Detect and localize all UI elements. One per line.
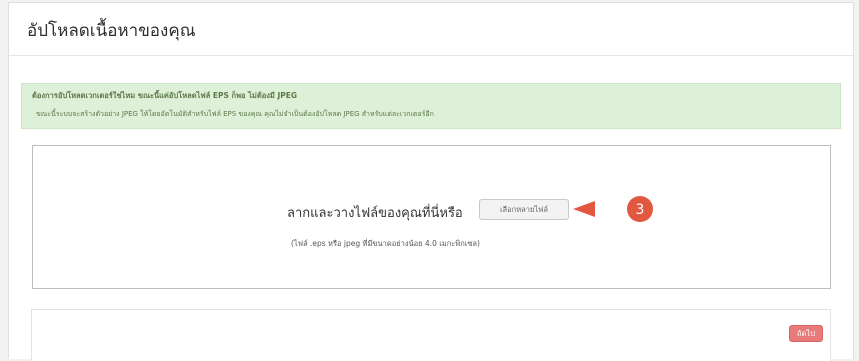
notice-title: ต้องการอัปโหลดเวกเตอร์ใช่ไหม ขณะนี้แค่อั… <box>32 91 298 100</box>
page-title: อัปโหลดเนื้อหาของคุณ <box>27 21 196 41</box>
dropzone-prompt: ลากและวางไฟล์ของคุณที่นี่หรือ <box>287 206 463 221</box>
file-requirement-hint: (ไฟล์ .eps หรือ jpeg ที่มีขนาดอย่างน้อย … <box>291 239 480 248</box>
step-callout: 3 <box>573 196 653 222</box>
file-dropzone[interactable]: ลากและวางไฟล์ของคุณที่นี่หรือ เลือกหลายไ… <box>32 145 831 289</box>
next-button[interactable]: ถัดไป <box>789 325 823 342</box>
callout-number: 3 <box>636 202 645 218</box>
title-divider <box>9 55 853 56</box>
callout-arrow-icon <box>573 201 595 217</box>
upload-page: อัปโหลดเนื้อหาของคุณ ต้องการอัปโหลดเวกเต… <box>8 2 854 361</box>
footer-panel: ถัดไป <box>31 309 831 361</box>
notice-body: ขณะนี้ระบบจะสร้างตัวอย่าง JPEG ให้โดยอัต… <box>36 110 434 118</box>
choose-files-button[interactable]: เลือกหลายไฟล์ <box>479 199 569 220</box>
info-notice: ต้องการอัปโหลดเวกเตอร์ใช่ไหม ขณะนี้แค่อั… <box>21 83 841 129</box>
